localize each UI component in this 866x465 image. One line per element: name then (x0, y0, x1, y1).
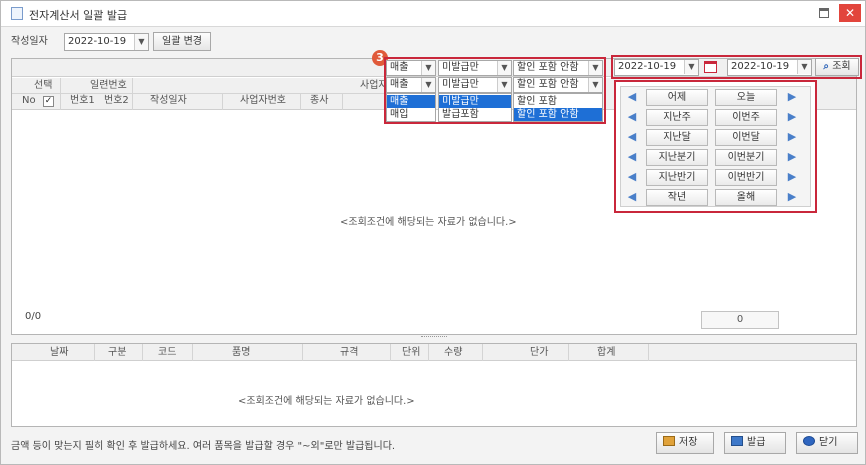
close-window-button[interactable]: ✕ (839, 4, 861, 22)
title-bar: 전자계산서 일괄 발급 ✕ (1, 1, 865, 27)
prev-arrow-icon[interactable]: ◀ (624, 89, 640, 105)
close-button[interactable]: 닫기 (796, 432, 858, 454)
page-indicator: 0/0 (25, 311, 42, 322)
next-arrow-icon[interactable]: ▶ (784, 169, 800, 185)
quick-last-month-button[interactable]: 지난달 (646, 129, 708, 146)
col-divider (142, 344, 143, 361)
col-branch: 종사 (310, 95, 329, 106)
step-highlight-frame (384, 57, 606, 124)
quick-last-year-button[interactable]: 작년 (646, 189, 708, 206)
col-total: 합계 (597, 347, 616, 358)
quick-date-range-popup: ◀ 어제 오늘 ▶ ◀ 지난주 이번주 ▶ ◀ 지난달 이번달 ▶ ◀ 지난분기… (614, 80, 817, 213)
col-divider (302, 344, 303, 361)
col-number1: 번호1 (70, 95, 95, 106)
col-divider (222, 94, 223, 110)
col-divider (482, 344, 483, 361)
detail-grid-header: 날짜 구분 코드 품명 규격 단위 수량 단가 합계 (12, 344, 856, 361)
prev-arrow-icon[interactable]: ◀ (624, 149, 640, 165)
date-label: 작성일자 (11, 36, 48, 47)
col-divider (300, 94, 301, 110)
chevron-down-icon[interactable]: ▼ (134, 34, 148, 50)
window-title: 전자계산서 일괄 발급 (29, 9, 128, 22)
quick-this-half-button[interactable]: 이번반기 (715, 169, 777, 186)
col-divider (132, 78, 133, 110)
issue-date-picker[interactable]: 2022-10-19 ▼ (64, 33, 149, 51)
item-detail-grid: 날짜 구분 코드 품명 규격 단위 수량 단가 합계 <조회조건에 해당되는 자… (11, 343, 857, 427)
next-arrow-icon[interactable]: ▶ (784, 149, 800, 165)
next-arrow-icon[interactable]: ▶ (784, 89, 800, 105)
select-group-header: 선택 (34, 80, 53, 91)
prev-arrow-icon[interactable]: ◀ (624, 169, 640, 185)
quick-this-week-button[interactable]: 이번주 (715, 109, 777, 126)
col-divider (568, 344, 569, 361)
next-arrow-icon[interactable]: ▶ (784, 189, 800, 205)
col-divider (192, 344, 193, 361)
prev-arrow-icon[interactable]: ◀ (624, 189, 640, 205)
invoice-bulk-issue-window: 전자계산서 일괄 발급 ✕ 작성일자 2022-10-19 ▼ 일괄 변경 선택… (0, 0, 866, 465)
footer-message: 금액 등이 맞는지 필히 확인 후 발급하세요. 여러 품목을 발급할 경우 "… (11, 441, 396, 452)
prev-arrow-icon[interactable]: ◀ (624, 129, 640, 145)
document-icon (11, 7, 23, 20)
col-item-name: 품명 (232, 347, 251, 358)
send-icon (731, 436, 743, 446)
quick-last-week-button[interactable]: 지난주 (646, 109, 708, 126)
issue-button-label: 발급 (747, 437, 766, 448)
splitter-handle[interactable] (421, 336, 447, 340)
col-unit: 단위 (402, 347, 421, 358)
quick-this-quarter-button[interactable]: 이번분기 (715, 149, 777, 166)
grid-empty-message: <조회조건에 해당되는 자료가 없습니다.> (340, 217, 517, 228)
col-category: 구분 (108, 347, 127, 358)
minimize-button[interactable] (819, 8, 829, 18)
col-divider (428, 344, 429, 361)
close-button-label: 닫기 (819, 437, 838, 448)
next-arrow-icon[interactable]: ▶ (784, 129, 800, 145)
bulk-change-button[interactable]: 일괄 변경 (153, 32, 211, 51)
col-number2: 번호2 (104, 95, 129, 106)
col-divider (94, 344, 95, 361)
quick-this-month-button[interactable]: 이번달 (715, 129, 777, 146)
save-button-label: 저장 (679, 437, 698, 448)
close-circle-icon (803, 436, 815, 446)
col-business-number: 사업자번호 (240, 95, 286, 106)
quick-yesterday-button[interactable]: 어제 (646, 89, 708, 106)
col-spec: 규격 (340, 347, 359, 358)
save-button[interactable]: 저장 (656, 432, 714, 454)
quick-this-year-button[interactable]: 올해 (715, 189, 777, 206)
col-date: 날짜 (50, 347, 69, 358)
date-range-highlight-frame (611, 55, 862, 79)
col-divider (390, 344, 391, 361)
col-issue-date: 작성일자 (150, 95, 187, 106)
prev-arrow-icon[interactable]: ◀ (624, 109, 640, 125)
detail-empty-message: <조회조건에 해당되는 자료가 없습니다.> (238, 396, 415, 407)
col-code: 코드 (158, 347, 177, 358)
quick-last-quarter-button[interactable]: 지난분기 (646, 149, 708, 166)
col-divider (648, 344, 649, 361)
issue-date-value: 2022-10-19 (68, 36, 127, 47)
save-icon (663, 436, 675, 446)
record-count: 0 (701, 311, 779, 329)
col-divider (342, 94, 343, 110)
col-divider (60, 78, 61, 110)
col-quantity: 수량 (444, 347, 463, 358)
col-no: No (22, 95, 36, 106)
serial-group-header: 일련번호 (90, 80, 127, 91)
col-unit-price: 단가 (530, 347, 549, 358)
quick-range-panel: ◀ 어제 오늘 ▶ ◀ 지난주 이번주 ▶ ◀ 지난달 이번달 ▶ ◀ 지난분기… (620, 86, 811, 207)
quick-last-half-button[interactable]: 지난반기 (646, 169, 708, 186)
issue-button[interactable]: 발급 (724, 432, 786, 454)
next-arrow-icon[interactable]: ▶ (784, 109, 800, 125)
select-all-checkbox[interactable]: ✓ (43, 96, 54, 107)
quick-today-button[interactable]: 오늘 (715, 89, 777, 106)
